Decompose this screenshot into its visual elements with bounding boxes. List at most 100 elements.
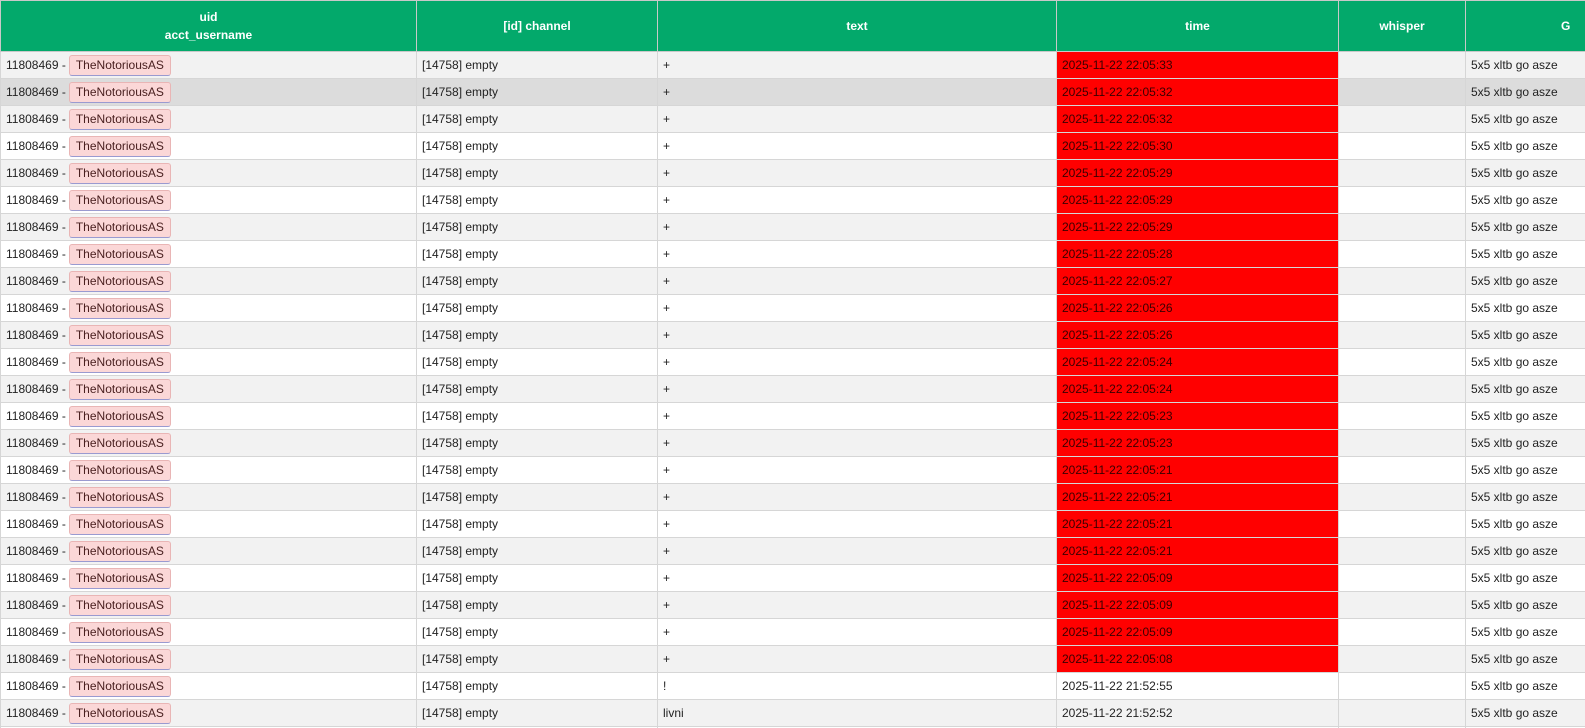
- chat-log-table-container: uid acct_username [id] channel text time…: [0, 0, 1585, 728]
- username-link[interactable]: TheNotoriousAS: [68, 433, 171, 455]
- table-row[interactable]: 11808469 -TheNotoriousAS[14758] empty+20…: [0, 510, 1585, 538]
- uid-value: 11808469 -: [6, 544, 66, 558]
- table-row[interactable]: 11808469 -TheNotoriousAS[14758] empty+20…: [0, 267, 1585, 295]
- table-row[interactable]: 11808469 -TheNotoriousAS[14758] empty+20…: [0, 429, 1585, 457]
- cell-extra: 5x5 xltb go asze: [1465, 78, 1585, 106]
- cell-text: +: [657, 564, 1057, 592]
- username-link[interactable]: TheNotoriousAS: [68, 379, 171, 401]
- cell-time: 2025-11-22 22:05:27: [1056, 267, 1339, 295]
- cell-time: 2025-11-22 21:52:52: [1056, 699, 1339, 727]
- cell-uid: 11808469 -TheNotoriousAS: [0, 699, 417, 727]
- table-row[interactable]: 11808469 -TheNotoriousAS[14758] empty+20…: [0, 375, 1585, 403]
- table-row[interactable]: 11808469 -TheNotoriousAS[14758] empty+20…: [0, 591, 1585, 619]
- cell-channel: [14758] empty: [416, 402, 658, 430]
- cell-channel: [14758] empty: [416, 483, 658, 511]
- table-row[interactable]: 11808469 -TheNotoriousAS[14758] empty+20…: [0, 483, 1585, 511]
- username-link[interactable]: TheNotoriousAS: [68, 109, 171, 131]
- username-link[interactable]: TheNotoriousAS: [68, 298, 171, 320]
- username-link[interactable]: TheNotoriousAS: [68, 82, 171, 104]
- column-header-channel[interactable]: [id] channel: [416, 0, 658, 52]
- cell-channel: [14758] empty: [416, 537, 658, 565]
- cell-extra: 5x5 xltb go asze: [1465, 105, 1585, 133]
- cell-whisper: [1338, 591, 1466, 619]
- cell-uid: 11808469 -TheNotoriousAS: [0, 348, 417, 376]
- username-link[interactable]: TheNotoriousAS: [68, 649, 171, 671]
- username-link[interactable]: TheNotoriousAS: [68, 163, 171, 185]
- table-row[interactable]: 11808469 - TheNotoriousAS [14758] empty! 20…: [0, 672, 1585, 700]
- table-row[interactable]: 11808469 -TheNotoriousAS[14758] empty+20…: [0, 294, 1585, 322]
- username-link[interactable]: TheNotoriousAS: [68, 595, 171, 617]
- cell-channel: [14758] empty: [416, 375, 658, 403]
- cell-text: +: [657, 618, 1057, 646]
- column-header-time[interactable]: time: [1056, 0, 1339, 52]
- cell-extra: 5x5 xltb go asze: [1465, 240, 1585, 268]
- table-row[interactable]: 11808469 -TheNotoriousAS[14758] empty+20…: [0, 78, 1585, 106]
- table-row[interactable]: 11808469 -TheNotoriousAS[14758] empty+20…: [0, 456, 1585, 484]
- cell-channel: [14758] empty: [416, 240, 658, 268]
- uid-value: 11808469 -: [6, 58, 66, 72]
- username-link[interactable]: TheNotoriousAS: [68, 352, 171, 374]
- cell-whisper: [1338, 699, 1466, 727]
- cell-time: 2025-11-22 22:05:24: [1056, 375, 1339, 403]
- table-row[interactable]: 11808469 -TheNotoriousAS[14758] empty+20…: [0, 564, 1585, 592]
- table-row[interactable]: 11808469 -TheNotoriousAS[14758] empty+20…: [0, 213, 1585, 241]
- table-row[interactable]: 11808469 -TheNotoriousAS[14758] empty+20…: [0, 159, 1585, 187]
- username-link[interactable]: TheNotoriousAS: [68, 325, 171, 347]
- cell-extra: 5x5 xltb go asze: [1465, 591, 1585, 619]
- table-row[interactable]: 11808469 - TheNotoriousAS [14758] empty liv…: [0, 699, 1585, 727]
- cell-channel: [14758] empty: [416, 159, 658, 187]
- username-link[interactable]: TheNotoriousAS: [68, 136, 171, 158]
- cell-text: +: [657, 186, 1057, 214]
- table-row[interactable]: 11808469 -TheNotoriousAS[14758] empty+20…: [0, 186, 1585, 214]
- cell-extra: 5x5 xltb go asze: [1465, 672, 1585, 700]
- username-link[interactable]: TheNotoriousAS: [68, 244, 171, 266]
- cell-channel: [14758] empty: [416, 429, 658, 457]
- uid-value: 11808469 -: [6, 571, 66, 585]
- cell-uid: 11808469 -TheNotoriousAS: [0, 618, 417, 646]
- username-link[interactable]: TheNotoriousAS: [68, 271, 171, 293]
- username-link[interactable]: TheNotoriousAS: [68, 622, 171, 644]
- column-header-extra[interactable]: G: [1465, 0, 1585, 52]
- cell-uid: 11808469 -TheNotoriousAS: [0, 564, 417, 592]
- username-link[interactable]: TheNotoriousAS: [68, 514, 171, 536]
- cell-channel: [14758] empty: [416, 267, 658, 295]
- username-link[interactable]: TheNotoriousAS: [68, 460, 171, 482]
- table-row[interactable]: 11808469 -TheNotoriousAS[14758] empty+20…: [0, 402, 1585, 430]
- cell-extra: 5x5 xltb go asze: [1465, 348, 1585, 376]
- username-link[interactable]: TheNotoriousAS: [68, 190, 171, 212]
- table-row[interactable]: 11808469 -TheNotoriousAS[14758] empty+20…: [0, 645, 1585, 673]
- cell-time: 2025-11-22 22:05:23: [1056, 429, 1339, 457]
- uid-value: 11808469 -: [6, 139, 66, 153]
- username-link[interactable]: TheNotoriousAS: [68, 487, 171, 509]
- cell-extra: 5x5 xltb go asze: [1465, 51, 1585, 79]
- cell-text: +: [657, 429, 1057, 457]
- table-row[interactable]: 11808469 -TheNotoriousAS[14758] empty+20…: [0, 321, 1585, 349]
- username-link[interactable]: TheNotoriousAS: [68, 568, 171, 590]
- cell-extra: 5x5 xltb go asze: [1465, 537, 1585, 565]
- cell-whisper: [1338, 186, 1466, 214]
- column-header-uid[interactable]: uid acct_username: [0, 0, 417, 52]
- username-link[interactable]: TheNotoriousAS: [68, 406, 171, 428]
- table-row[interactable]: 11808469 -TheNotoriousAS[14758] empty+20…: [0, 618, 1585, 646]
- table-row[interactable]: 11808469 -TheNotoriousAS[14758] empty+20…: [0, 132, 1585, 160]
- column-header-text[interactable]: text: [657, 0, 1057, 52]
- username-link[interactable]: TheNotoriousAS: [68, 541, 171, 563]
- table-row[interactable]: 11808469 -TheNotoriousAS[14758] empty+20…: [0, 51, 1585, 79]
- cell-time: 2025-11-22 22:05:29: [1056, 159, 1339, 187]
- cell-extra: 5x5 xltb go asze: [1465, 645, 1585, 673]
- username-link[interactable]: TheNotoriousAS: [68, 55, 171, 77]
- username-link[interactable]: TheNotoriousAS: [68, 217, 171, 239]
- username-link[interactable]: TheNotoriousAS: [68, 703, 171, 725]
- table-row[interactable]: 11808469 -TheNotoriousAS[14758] empty+20…: [0, 348, 1585, 376]
- cell-time: 2025-11-22 22:05:09: [1056, 564, 1339, 592]
- cell-text: +: [657, 375, 1057, 403]
- table-row[interactable]: 11808469 -TheNotoriousAS[14758] empty+20…: [0, 105, 1585, 133]
- uid-value: 11808469 -: [6, 301, 66, 315]
- cell-uid: 11808469 -TheNotoriousAS: [0, 645, 417, 673]
- cell-whisper: [1338, 213, 1466, 241]
- table-row[interactable]: 11808469 -TheNotoriousAS[14758] empty+20…: [0, 537, 1585, 565]
- username-link[interactable]: TheNotoriousAS: [68, 676, 171, 698]
- table-row[interactable]: 11808469 -TheNotoriousAS[14758] empty+20…: [0, 240, 1585, 268]
- cell-text: +: [657, 159, 1057, 187]
- column-header-whisper[interactable]: whisper: [1338, 0, 1466, 52]
